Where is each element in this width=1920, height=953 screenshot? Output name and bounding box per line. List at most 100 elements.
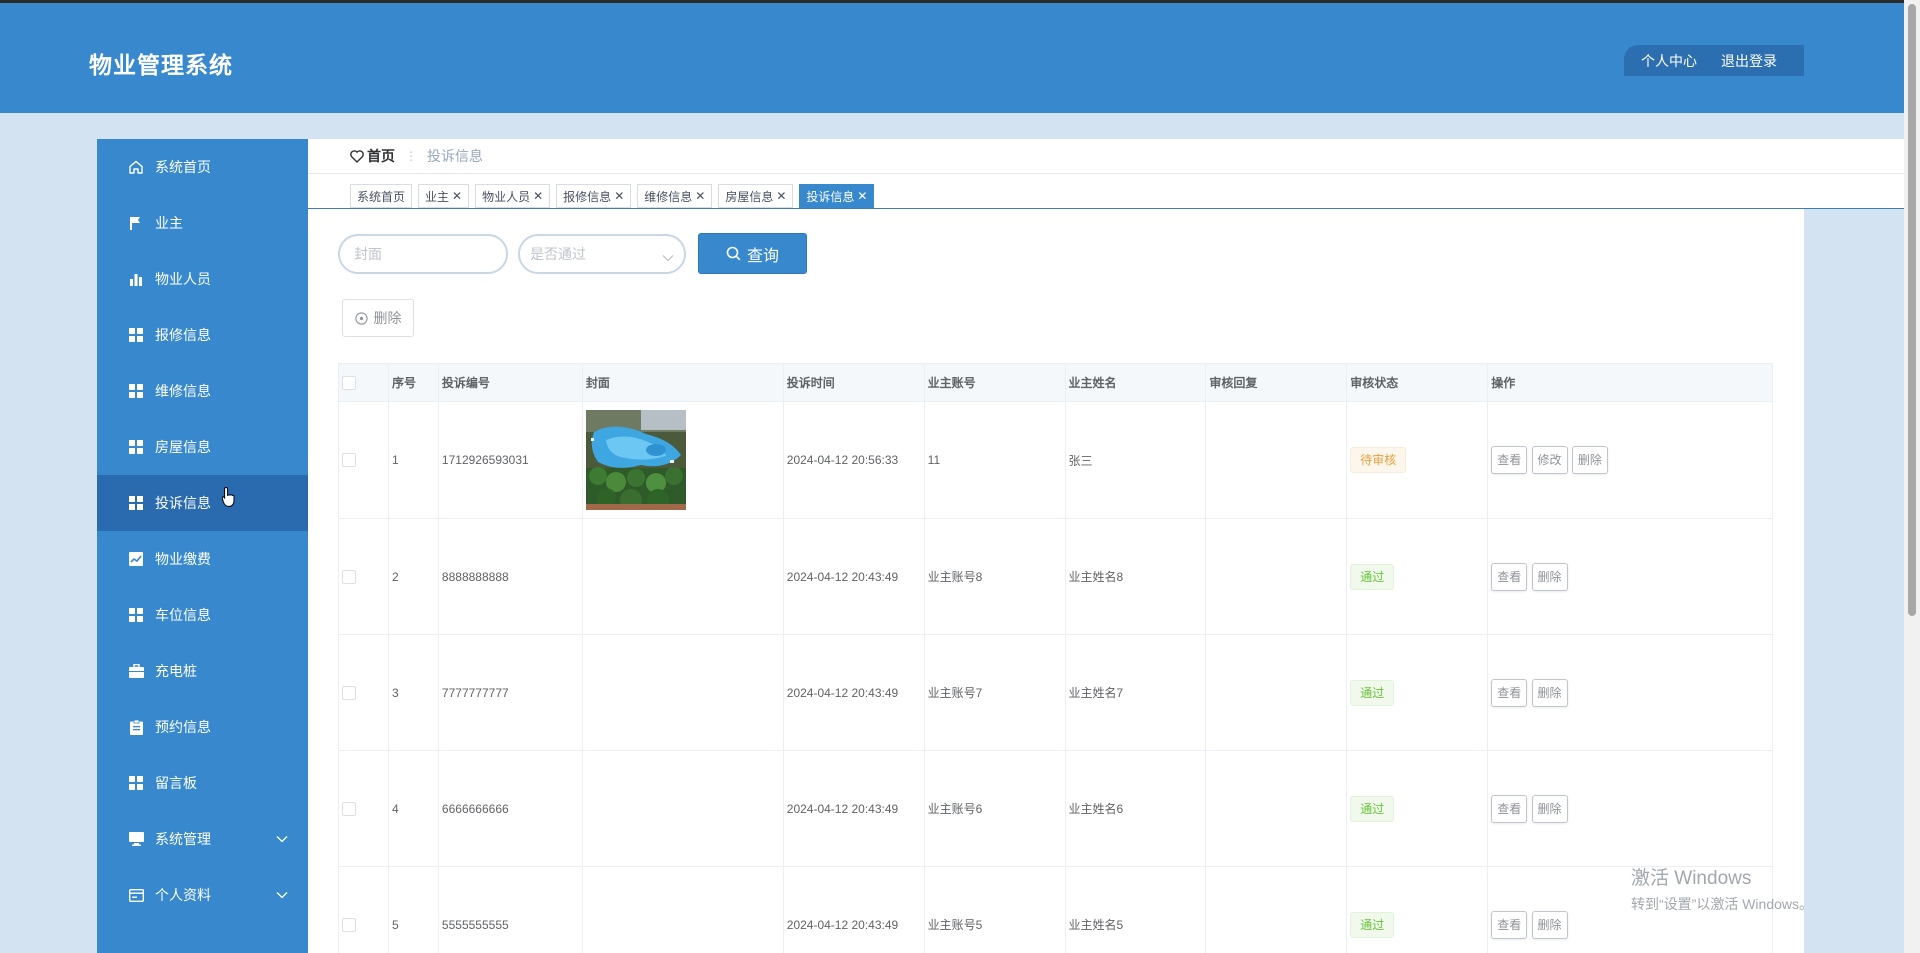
- page-scrollbar[interactable]: [1904, 0, 1920, 953]
- tab-home[interactable]: 系统首页: [350, 184, 413, 208]
- sidebar-item-label: 充电桩: [155, 663, 197, 679]
- view-button[interactable]: 查看: [1491, 678, 1528, 707]
- column-header: 封面: [582, 363, 784, 402]
- view-button[interactable]: 查看: [1491, 910, 1528, 939]
- cell-index: 5: [388, 866, 439, 953]
- delete-button[interactable]: 删除: [1571, 446, 1608, 474]
- table-row: 1 1712926593031 2024-04-12 20:56:33 11 张…: [338, 401, 1773, 519]
- edit-button[interactable]: 修改: [1531, 446, 1568, 474]
- column-header: 审核状态: [1346, 363, 1489, 402]
- batch-delete-button[interactable]: 删除: [342, 299, 414, 337]
- sidebar-item-complaint[interactable]: 投诉信息: [97, 475, 308, 531]
- delete-button[interactable]: 删除: [1531, 678, 1568, 707]
- cell-index: 3: [388, 634, 439, 751]
- cell-index: 2: [388, 518, 439, 635]
- sidebar-item-owner[interactable]: 业主: [97, 195, 308, 251]
- cover-image[interactable]: [585, 410, 686, 510]
- sidebar-item-label: 房屋信息: [155, 439, 211, 455]
- watermark-subtitle: 转到“设置”以激活 Windows。: [1631, 896, 1814, 912]
- sidebar-item-system[interactable]: 系统管理: [97, 811, 308, 867]
- sidebar-item-profile[interactable]: 个人资料: [97, 867, 308, 923]
- delete-button[interactable]: 删除: [1531, 794, 1568, 823]
- tab-complaint[interactable]: 投诉信息 ✕: [799, 184, 875, 208]
- cell-reply: [1205, 401, 1348, 519]
- sidebar-item-label: 留言板: [155, 775, 197, 791]
- cell-code: 8888888888: [438, 518, 583, 635]
- sidebar-item-charging[interactable]: 充电桩: [97, 643, 308, 699]
- cell-cover: [582, 866, 784, 953]
- tab-staff[interactable]: 物业人员 ✕: [475, 184, 551, 208]
- sidebar-item-parking[interactable]: 车位信息: [97, 587, 308, 643]
- mouse-cursor-icon: [221, 486, 236, 513]
- cell-cover: [582, 518, 784, 635]
- tab-owner[interactable]: 业主 ✕: [418, 184, 470, 208]
- scrollbar-thumb[interactable]: [1908, 4, 1916, 616]
- cell-reply: [1205, 866, 1348, 953]
- sidebar-item-repair-request[interactable]: 报修信息: [97, 307, 308, 363]
- cover-search-input[interactable]: [338, 234, 508, 274]
- cell-code: 5555555555: [438, 866, 583, 953]
- close-icon[interactable]: ✕: [776, 189, 786, 203]
- cell-actions: 查看 删除: [1487, 634, 1773, 751]
- select-all-checkbox[interactable]: [342, 375, 356, 390]
- sidebar-item-message-board[interactable]: 留言板: [97, 755, 308, 811]
- tab-bar-divider: [308, 208, 1904, 209]
- cell-cover: [582, 401, 784, 519]
- cell-time: 2024-04-12 20:43:49: [783, 750, 925, 867]
- view-button[interactable]: 查看: [1491, 794, 1528, 823]
- view-button[interactable]: 查看: [1491, 446, 1528, 474]
- close-icon[interactable]: ✕: [614, 189, 624, 203]
- logout-link[interactable]: 退出登录: [1721, 51, 1777, 71]
- close-icon[interactable]: ✕: [695, 189, 705, 203]
- cell-name: 业主姓名7: [1065, 634, 1207, 751]
- sidebar-item-label: 个人资料: [155, 887, 211, 903]
- cell-account: 业主账号6: [924, 750, 1066, 867]
- sidebar-item-maintenance[interactable]: 维修信息: [97, 363, 308, 419]
- grid-icon: [128, 495, 144, 511]
- sidebar-item-label: 维修信息: [155, 383, 211, 399]
- cell-status: 通过: [1346, 634, 1489, 751]
- sidebar-item-fee[interactable]: 物业缴费: [97, 531, 308, 587]
- main-content: 首页 ⋮ 投诉信息 系统首页 业主 ✕ 物业人员 ✕ 报修信息 ✕ 维修信息 ✕ 房屋信…: [308, 139, 1904, 953]
- circle-close-icon: [354, 311, 368, 325]
- chevron-down-icon: [276, 830, 288, 846]
- query-button[interactable]: 查询: [698, 233, 807, 274]
- column-header: 业主账号: [924, 363, 1066, 402]
- sidebar-item-staff[interactable]: 物业人员: [97, 251, 308, 307]
- breadcrumb-home-label: 首页: [367, 148, 395, 164]
- cell-time: 2024-04-12 20:43:49: [783, 518, 925, 635]
- row-checkbox[interactable]: [342, 917, 356, 932]
- batch-delete-label: 删除: [373, 310, 402, 326]
- cell-time: 2024-04-12 20:56:33: [783, 401, 925, 519]
- sidebar-item-home[interactable]: 系统首页: [97, 139, 308, 195]
- tab-house[interactable]: 房屋信息 ✕: [718, 184, 794, 208]
- close-icon[interactable]: ✕: [452, 189, 462, 203]
- close-icon[interactable]: ✕: [857, 189, 867, 203]
- status-select[interactable]: 是否通过: [518, 234, 686, 274]
- breadcrumb-home[interactable]: 首页: [350, 146, 395, 166]
- profile-link[interactable]: 个人中心: [1641, 51, 1697, 71]
- tab-maintenance[interactable]: 维修信息 ✕: [637, 184, 713, 208]
- status-badge: 待审核: [1350, 447, 1407, 473]
- row-checkbox[interactable]: [342, 453, 356, 467]
- table-header-row: 序号 投诉编号 封面 投诉时间 业主账号 业主姓名 审核回复 审核状态 操作: [338, 363, 1773, 402]
- heart-icon: [350, 149, 364, 163]
- column-header: 操作: [1487, 363, 1773, 402]
- top-menu: 个人中心 退出登录: [1624, 45, 1804, 76]
- grid-icon: [128, 607, 144, 623]
- delete-button[interactable]: 删除: [1531, 562, 1568, 591]
- sidebar-item-label: 物业人员: [155, 271, 211, 287]
- tab-label: 系统首页: [357, 189, 406, 204]
- delete-button[interactable]: 删除: [1531, 910, 1568, 939]
- row-checkbox[interactable]: [342, 685, 356, 700]
- sidebar-item-house[interactable]: 房屋信息: [97, 419, 308, 475]
- row-checkbox[interactable]: [342, 569, 356, 584]
- sidebar-item-booking[interactable]: 预约信息: [97, 699, 308, 755]
- chevron-down-icon: [276, 886, 288, 902]
- close-icon[interactable]: ✕: [533, 189, 543, 203]
- tab-repair-request[interactable]: 报修信息 ✕: [556, 184, 632, 208]
- bar-chart-icon: [128, 271, 144, 287]
- view-button[interactable]: 查看: [1491, 562, 1528, 591]
- table-row: 4 6666666666 2024-04-12 20:43:49 业主账号6 业…: [338, 750, 1773, 867]
- row-checkbox[interactable]: [342, 801, 356, 816]
